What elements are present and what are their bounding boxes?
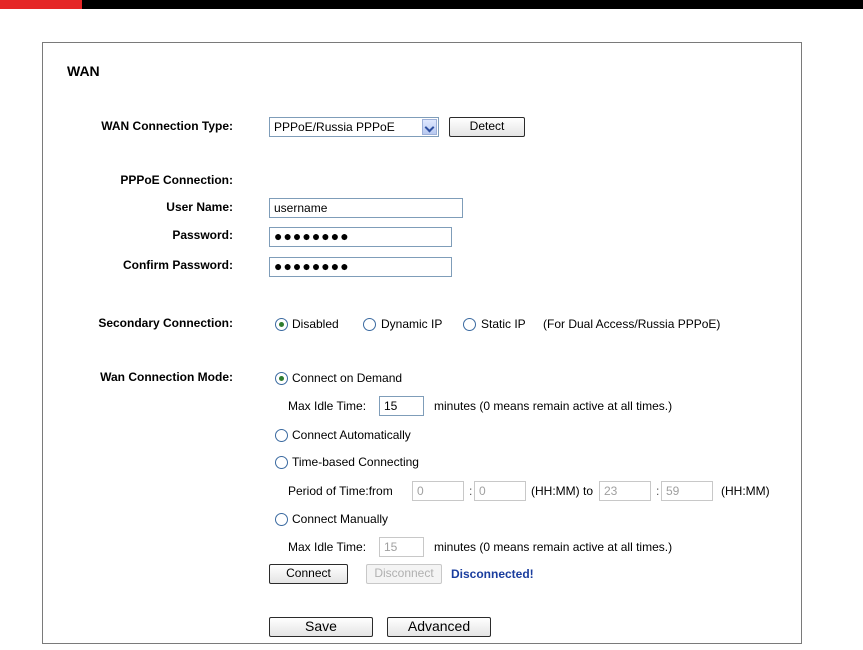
mode-automatic-label: Connect Automatically bbox=[292, 428, 411, 442]
from-colon: : bbox=[469, 484, 473, 498]
secondary-note: (For Dual Access/Russia PPPoE) bbox=[543, 317, 721, 331]
secondary-connection-label: Secondary Connection: bbox=[98, 316, 233, 330]
user-name-label: User Name: bbox=[166, 200, 233, 214]
pppoe-connection-label: PPPoE Connection: bbox=[120, 173, 233, 187]
advanced-button[interactable]: Advanced bbox=[387, 617, 491, 637]
page-title: WAN bbox=[67, 63, 100, 79]
end-label: (HH:MM) bbox=[721, 484, 770, 498]
mode-automatic-radio[interactable] bbox=[275, 429, 288, 442]
manual-idle-input[interactable]: 15 bbox=[379, 537, 424, 557]
to-colon: : bbox=[656, 484, 660, 498]
chevron-down-icon[interactable] bbox=[422, 119, 437, 135]
connection-status: Disconnected! bbox=[451, 567, 534, 581]
brand-accent-bar bbox=[0, 0, 82, 9]
user-name-input[interactable]: username bbox=[269, 198, 463, 218]
password-input[interactable]: ●●●●●●●● bbox=[269, 227, 452, 247]
mode-on-demand-radio[interactable] bbox=[275, 372, 288, 385]
password-label: Password: bbox=[172, 228, 233, 242]
disconnect-button[interactable]: Disconnect bbox=[366, 564, 442, 584]
confirm-password-input[interactable]: ●●●●●●●● bbox=[269, 257, 452, 277]
from-hour-input[interactable]: 0 bbox=[412, 481, 464, 501]
to-hour-input[interactable]: 23 bbox=[599, 481, 651, 501]
connect-button[interactable]: Connect bbox=[269, 564, 348, 584]
wan-connection-type-label: WAN Connection Type: bbox=[101, 119, 233, 133]
on-demand-idle-input[interactable]: 15 bbox=[379, 396, 424, 416]
wan-connection-type-value: PPPoE/Russia PPPoE bbox=[274, 120, 395, 134]
from-minute-input[interactable]: 0 bbox=[474, 481, 526, 501]
secondary-dynamic-ip-label: Dynamic IP bbox=[381, 317, 443, 331]
to-label: (HH:MM) to bbox=[531, 484, 593, 498]
on-demand-idle-suffix: minutes (0 means remain active at all ti… bbox=[434, 399, 673, 413]
detect-button[interactable]: Detect bbox=[449, 117, 525, 137]
manual-idle-label: Max Idle Time: bbox=[288, 540, 367, 554]
top-banner bbox=[0, 0, 863, 9]
wan-connection-type-select[interactable]: PPPoE/Russia PPPoE bbox=[269, 117, 439, 137]
mode-manual-label: Connect Manually bbox=[292, 512, 389, 526]
confirm-password-label: Confirm Password: bbox=[122, 258, 233, 272]
secondary-static-ip-label: Static IP bbox=[481, 317, 526, 331]
save-button[interactable]: Save bbox=[269, 617, 373, 637]
mode-on-demand-label: Connect on Demand bbox=[292, 371, 403, 385]
secondary-disabled-radio[interactable] bbox=[275, 318, 288, 331]
manual-idle-suffix: minutes (0 means remain active at all ti… bbox=[434, 540, 673, 554]
secondary-dynamic-ip-radio[interactable] bbox=[363, 318, 376, 331]
period-label: Period of Time:from bbox=[288, 484, 393, 498]
to-minute-input[interactable]: 59 bbox=[661, 481, 713, 501]
on-demand-idle-label: Max Idle Time: bbox=[288, 399, 367, 413]
mode-time-based-label: Time-based Connecting bbox=[292, 455, 419, 469]
secondary-static-ip-radio[interactable] bbox=[463, 318, 476, 331]
wan-settings-panel: WAN WAN Connection Type: PPPoE/Russia PP… bbox=[42, 42, 802, 644]
wan-connection-mode-label: Wan Connection Mode: bbox=[100, 370, 233, 384]
mode-time-based-radio[interactable] bbox=[275, 456, 288, 469]
secondary-disabled-label: Disabled bbox=[292, 317, 339, 331]
mode-manual-radio[interactable] bbox=[275, 513, 288, 526]
